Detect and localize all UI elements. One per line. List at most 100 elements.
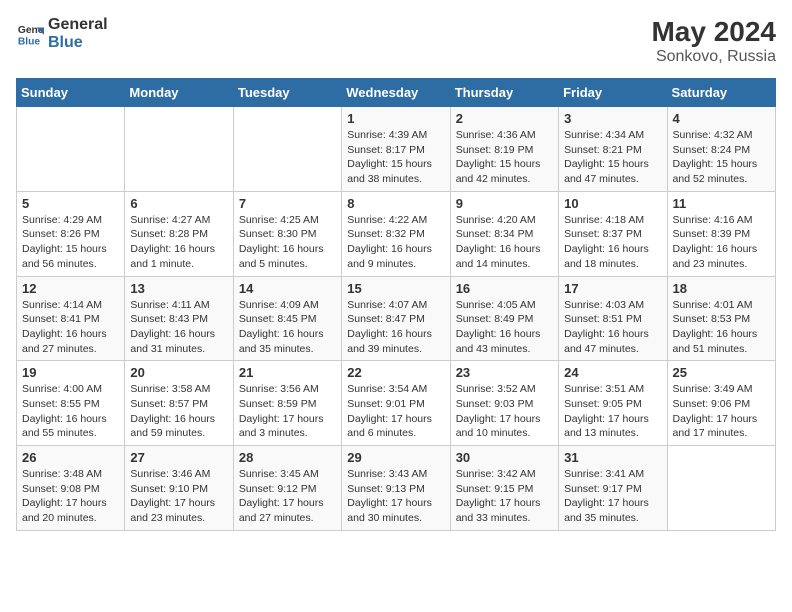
calendar-cell — [233, 107, 341, 192]
day-info: Sunrise: 3:54 AM Sunset: 9:01 PM Dayligh… — [347, 382, 444, 441]
day-number: 17 — [564, 281, 661, 296]
calendar-cell: 7Sunrise: 4:25 AM Sunset: 8:30 PM Daylig… — [233, 191, 341, 276]
calendar-cell: 4 Sunrise: 4:32 AM Sunset: 8:24 PM Daylig… — [667, 107, 775, 192]
calendar-cell: 3 Sunrise: 4:34 AM Sunset: 8:21 PM Daylig… — [559, 107, 667, 192]
day-header-saturday: Saturday — [667, 79, 775, 107]
day-info: Sunrise: 3:48 AM Sunset: 9:08 PM Dayligh… — [22, 467, 119, 526]
day-number: 22 — [347, 365, 444, 380]
calendar-cell: 16Sunrise: 4:05 AM Sunset: 8:49 PM Dayli… — [450, 276, 558, 361]
page-header: General Blue General Blue May 2024 Sonko… — [16, 16, 776, 66]
day-info: Sunrise: 4:20 AM Sunset: 8:34 PM Dayligh… — [456, 213, 553, 272]
day-number: 15 — [347, 281, 444, 296]
day-info: Sunrise: 4:32 AM Sunset: 8:24 PM Dayligh… — [673, 128, 770, 187]
day-info: Sunrise: 3:51 AM Sunset: 9:05 PM Dayligh… — [564, 382, 661, 441]
day-number: 5 — [22, 196, 119, 211]
day-info: Sunrise: 4:00 AM Sunset: 8:55 PM Dayligh… — [22, 382, 119, 441]
calendar-cell: 28 Sunrise: 3:45 AM Sunset: 9:12 PM Dayli… — [233, 446, 341, 531]
calendar-cell: 1 Sunrise: 4:39 AM Sunset: 8:17 PM Daylig… — [342, 107, 450, 192]
day-number: 2 — [456, 111, 553, 126]
day-number: 28 — [239, 450, 336, 465]
day-info: Sunrise: 4:11 AM Sunset: 8:43 PM Dayligh… — [130, 298, 227, 357]
calendar-cell: 15 Sunrise: 4:07 AM Sunset: 8:47 PM Dayli… — [342, 276, 450, 361]
calendar-week-row: 12 Sunrise: 4:14 AM Sunset: 8:41 PM Dayli… — [17, 276, 776, 361]
calendar-cell: 12 Sunrise: 4:14 AM Sunset: 8:41 PM Dayli… — [17, 276, 125, 361]
day-number: 9 — [456, 196, 553, 211]
day-number: 12 — [22, 281, 119, 296]
day-info: Sunrise: 4:16 AM Sunset: 8:39 PM Dayligh… — [673, 213, 770, 272]
calendar-cell: 9 Sunrise: 4:20 AM Sunset: 8:34 PM Daylig… — [450, 191, 558, 276]
day-info: Sunrise: 3:49 AM Sunset: 9:06 PM Dayligh… — [673, 382, 770, 441]
calendar-cell: 11Sunrise: 4:16 AM Sunset: 8:39 PM Dayli… — [667, 191, 775, 276]
logo-text-general: General — [48, 16, 108, 34]
day-info: Sunrise: 4:36 AM Sunset: 8:19 PM Dayligh… — [456, 128, 553, 187]
location-subtitle: Sonkovo, Russia — [651, 48, 776, 66]
day-header-monday: Monday — [125, 79, 233, 107]
day-number: 8 — [347, 196, 444, 211]
day-number: 14 — [239, 281, 336, 296]
day-number: 19 — [22, 365, 119, 380]
day-info: Sunrise: 4:01 AM Sunset: 8:53 PM Dayligh… — [673, 298, 770, 357]
calendar-cell: 26Sunrise: 3:48 AM Sunset: 9:08 PM Dayli… — [17, 446, 125, 531]
day-number: 3 — [564, 111, 661, 126]
day-number: 1 — [347, 111, 444, 126]
svg-text:Blue: Blue — [18, 36, 41, 47]
month-year-title: May 2024 — [651, 16, 776, 48]
day-number: 30 — [456, 450, 553, 465]
day-number: 20 — [130, 365, 227, 380]
calendar-cell: 10Sunrise: 4:18 AM Sunset: 8:37 PM Dayli… — [559, 191, 667, 276]
calendar-cell: 2 Sunrise: 4:36 AM Sunset: 8:19 PM Daylig… — [450, 107, 558, 192]
calendar-cell: 14Sunrise: 4:09 AM Sunset: 8:45 PM Dayli… — [233, 276, 341, 361]
calendar-cell — [17, 107, 125, 192]
day-header-thursday: Thursday — [450, 79, 558, 107]
day-info: Sunrise: 4:18 AM Sunset: 8:37 PM Dayligh… — [564, 213, 661, 272]
day-info: Sunrise: 3:41 AM Sunset: 9:17 PM Dayligh… — [564, 467, 661, 526]
day-number: 4 — [673, 111, 770, 126]
calendar-cell: 21Sunrise: 3:56 AM Sunset: 8:59 PM Dayli… — [233, 361, 341, 446]
day-number: 29 — [347, 450, 444, 465]
day-header-sunday: Sunday — [17, 79, 125, 107]
day-info: Sunrise: 4:03 AM Sunset: 8:51 PM Dayligh… — [564, 298, 661, 357]
calendar-week-row: 5 Sunrise: 4:29 AM Sunset: 8:26 PM Daylig… — [17, 191, 776, 276]
day-header-wednesday: Wednesday — [342, 79, 450, 107]
calendar-cell: 29 Sunrise: 3:43 AM Sunset: 9:13 PM Dayli… — [342, 446, 450, 531]
day-number: 31 — [564, 450, 661, 465]
day-number: 25 — [673, 365, 770, 380]
day-info: Sunrise: 4:07 AM Sunset: 8:47 PM Dayligh… — [347, 298, 444, 357]
day-info: Sunrise: 4:14 AM Sunset: 8:41 PM Dayligh… — [22, 298, 119, 357]
day-number: 21 — [239, 365, 336, 380]
calendar-cell: 17 Sunrise: 4:03 AM Sunset: 8:51 PM Dayli… — [559, 276, 667, 361]
calendar-table: SundayMondayTuesdayWednesdayThursdayFrid… — [16, 78, 776, 531]
calendar-cell: 24Sunrise: 3:51 AM Sunset: 9:05 PM Dayli… — [559, 361, 667, 446]
day-number: 13 — [130, 281, 227, 296]
day-info: Sunrise: 3:43 AM Sunset: 9:13 PM Dayligh… — [347, 467, 444, 526]
day-info: Sunrise: 3:58 AM Sunset: 8:57 PM Dayligh… — [130, 382, 227, 441]
day-info: Sunrise: 3:52 AM Sunset: 9:03 PM Dayligh… — [456, 382, 553, 441]
calendar-cell: 20 Sunrise: 3:58 AM Sunset: 8:57 PM Dayli… — [125, 361, 233, 446]
day-info: Sunrise: 4:27 AM Sunset: 8:28 PM Dayligh… — [130, 213, 227, 272]
day-header-friday: Friday — [559, 79, 667, 107]
calendar-week-row: 19 Sunrise: 4:00 AM Sunset: 8:55 PM Dayli… — [17, 361, 776, 446]
calendar-cell: 25 Sunrise: 3:49 AM Sunset: 9:06 PM Dayli… — [667, 361, 775, 446]
day-info: Sunrise: 3:45 AM Sunset: 9:12 PM Dayligh… — [239, 467, 336, 526]
calendar-cell: 6 Sunrise: 4:27 AM Sunset: 8:28 PM Daylig… — [125, 191, 233, 276]
logo-text-blue: Blue — [48, 34, 108, 52]
calendar-cell: 30 Sunrise: 3:42 AM Sunset: 9:15 PM Dayli… — [450, 446, 558, 531]
day-number: 7 — [239, 196, 336, 211]
title-block: May 2024 Sonkovo, Russia — [651, 16, 776, 66]
calendar-cell: 8 Sunrise: 4:22 AM Sunset: 8:32 PM Daylig… — [342, 191, 450, 276]
day-info: Sunrise: 4:22 AM Sunset: 8:32 PM Dayligh… — [347, 213, 444, 272]
day-number: 6 — [130, 196, 227, 211]
logo-icon: General Blue — [16, 20, 44, 48]
day-info: Sunrise: 4:39 AM Sunset: 8:17 PM Dayligh… — [347, 128, 444, 187]
calendar-cell: 22 Sunrise: 3:54 AM Sunset: 9:01 PM Dayli… — [342, 361, 450, 446]
day-info: Sunrise: 4:29 AM Sunset: 8:26 PM Dayligh… — [22, 213, 119, 272]
day-info: Sunrise: 3:42 AM Sunset: 9:15 PM Dayligh… — [456, 467, 553, 526]
day-number: 27 — [130, 450, 227, 465]
calendar-cell — [667, 446, 775, 531]
day-info: Sunrise: 3:46 AM Sunset: 9:10 PM Dayligh… — [130, 467, 227, 526]
calendar-cell: 27 Sunrise: 3:46 AM Sunset: 9:10 PM Dayli… — [125, 446, 233, 531]
day-info: Sunrise: 4:34 AM Sunset: 8:21 PM Dayligh… — [564, 128, 661, 187]
calendar-cell: 31 Sunrise: 3:41 AM Sunset: 9:17 PM Dayli… — [559, 446, 667, 531]
calendar-cell: 23Sunrise: 3:52 AM Sunset: 9:03 PM Dayli… — [450, 361, 558, 446]
calendar-cell: 13 Sunrise: 4:11 AM Sunset: 8:43 PM Dayli… — [125, 276, 233, 361]
